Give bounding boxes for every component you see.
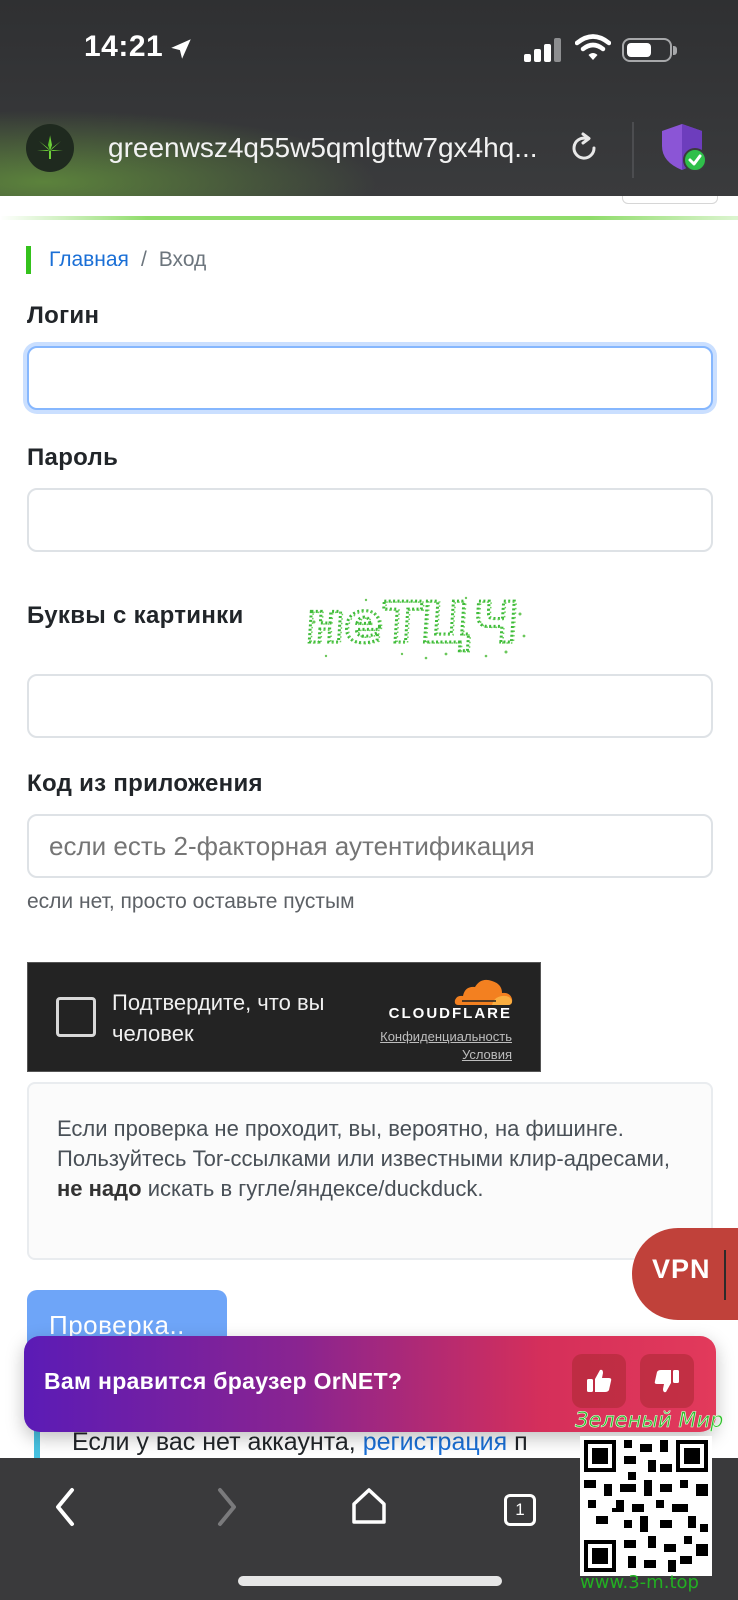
like-button[interactable] <box>572 1354 626 1408</box>
location-arrow-icon <box>171 39 191 59</box>
home-icon[interactable] <box>350 1484 388 1528</box>
app-code-input[interactable] <box>27 814 713 878</box>
thumbs-up-icon <box>587 1369 612 1392</box>
vpn-button[interactable]: VPN <box>632 1228 738 1320</box>
cellular-signal-icon <box>524 38 561 62</box>
app-code-hint: если нет, просто оставьте пустым <box>27 890 355 913</box>
alert-line-2-bold: не надо <box>57 1176 142 1201</box>
alert-line-1: Если проверка не проходит, вы, вероятно,… <box>57 1116 624 1141</box>
breadcrumb-separator: / <box>140 248 147 271</box>
header-tab-stub <box>622 196 718 204</box>
breadcrumb: Главная / Вход <box>26 246 206 274</box>
home-indicator <box>238 1576 502 1586</box>
turnstile-text: Подтвердите, что вы человек <box>112 990 325 1046</box>
status-time: 14:21 <box>84 30 164 63</box>
header-accent-line <box>0 216 738 220</box>
alert-line-2-start: Пользуйтесь Tor-ссылками или известными … <box>57 1146 671 1171</box>
forward-icon[interactable] <box>212 1484 242 1530</box>
phishing-alert: Если проверка не проходит, вы, вероятно,… <box>27 1082 713 1260</box>
vpn-divider <box>724 1250 726 1300</box>
login-label: Логин <box>27 302 100 329</box>
turnstile-terms-link[interactable]: Условия <box>462 1047 512 1062</box>
password-label: Пароль <box>27 444 119 471</box>
login-input[interactable] <box>27 346 713 410</box>
alert-line-2-end: искать в гугле/яндексе/duckduck. <box>147 1176 484 1201</box>
battery-icon <box>622 38 677 62</box>
browser-top-chrome: 14:21 greenwsz4q55w5qmlgttw7gx4hq... <box>0 0 738 196</box>
password-input[interactable] <box>27 488 713 552</box>
cloudflare-cloud-icon <box>454 979 513 1005</box>
app-code-label: Код из приложения <box>27 770 263 797</box>
vpn-label: VPN <box>652 1254 711 1284</box>
reload-icon[interactable] <box>568 132 600 164</box>
watermark-url: www.3-m.top <box>580 1572 699 1593</box>
register-after: п <box>514 1428 528 1456</box>
dislike-button[interactable] <box>640 1354 694 1408</box>
wifi-icon <box>575 34 611 60</box>
turnstile-privacy-link[interactable]: Конфиденциальность <box>380 1029 512 1044</box>
rating-question: Вам нравится браузер OrNET? <box>44 1368 403 1394</box>
register-text: Если у вас нет аккаунта, <box>72 1428 356 1456</box>
watermark-title: Зеленый Мир <box>575 1408 724 1433</box>
thumbs-down-icon <box>654 1370 679 1393</box>
captcha-label: Буквы с картинки <box>27 602 244 629</box>
tabs-button[interactable]: 1 <box>504 1494 536 1526</box>
watermark-qr-code <box>580 1436 712 1576</box>
url-bar[interactable]: greenwsz4q55w5qmlgttw7gx4hq... <box>108 132 548 164</box>
breadcrumb-current: Вход <box>158 248 207 271</box>
tab-count: 1 <box>515 1500 525 1519</box>
cloudflare-logo-text: CLOUDFLARE <box>388 1005 512 1022</box>
back-icon[interactable] <box>50 1484 80 1530</box>
cloudflare-turnstile-widget: Подтвердите, что вы человек CLOUDFLARE К… <box>27 962 541 1072</box>
chrome-divider <box>632 122 634 178</box>
captcha-image: неТЦЧ неТЦЧ <box>306 592 526 660</box>
breadcrumb-home-link[interactable]: Главная <box>49 248 129 271</box>
captcha-input[interactable] <box>27 674 713 738</box>
human-verify-checkbox[interactable] <box>56 997 96 1037</box>
register-link[interactable]: регистрация <box>363 1428 507 1456</box>
shield-check-icon[interactable] <box>660 122 708 174</box>
svg-text:неТЦЧ: неТЦЧ <box>306 592 522 657</box>
cannabis-leaf-icon <box>37 135 63 159</box>
site-favicon[interactable] <box>26 124 74 172</box>
